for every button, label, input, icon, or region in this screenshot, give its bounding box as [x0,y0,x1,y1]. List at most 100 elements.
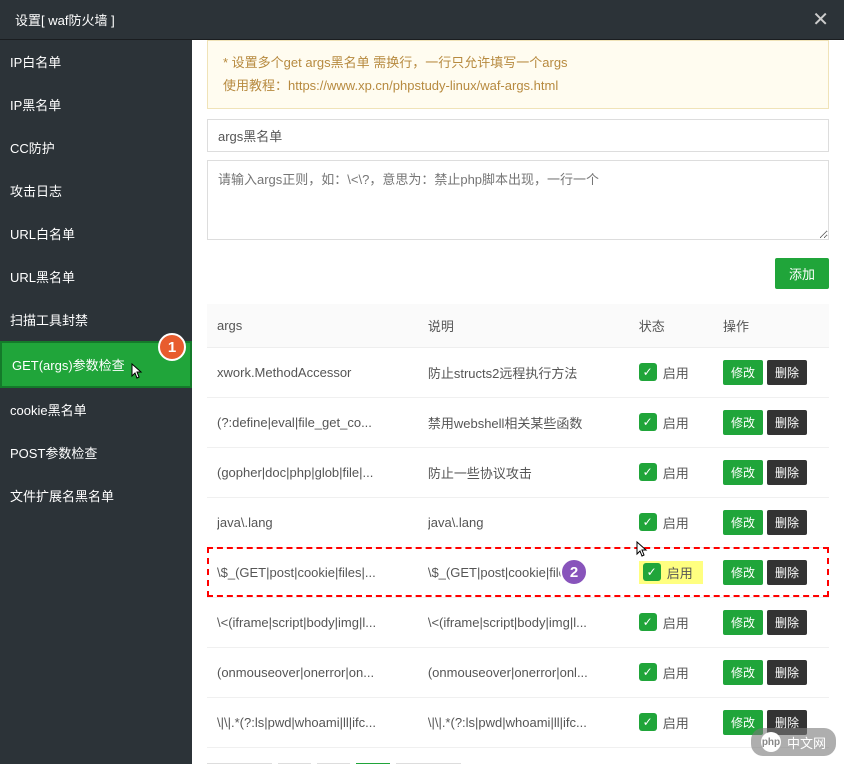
cell-desc: (onmouseover|onerror|onl... [418,647,629,697]
cell-status: ✓ 启用 [629,347,713,397]
args-regex-textarea[interactable] [207,160,829,240]
cell-action: 修改删除 [713,397,829,447]
cell-desc: java\.lang [418,497,629,547]
delete-button[interactable]: 删除 [767,460,807,485]
cell-action: 修改删除 [713,447,829,497]
sidebar-item-cookie-blacklist[interactable]: cookie黑名单 [0,388,192,431]
watermark: php 中文网 [751,728,836,756]
cell-action: 修改删除 [713,597,829,647]
check-icon[interactable]: ✓ [639,613,657,631]
edit-button[interactable]: 修改 [723,560,763,585]
status-label: 启用 [663,513,689,532]
status-label: 启用 [663,363,689,382]
cursor-arrow-icon [635,540,649,563]
cell-desc: 禁用webshell相关某些函数 [418,397,629,447]
status-label: 启用 [663,413,689,432]
args-name-input[interactable] [207,119,829,152]
delete-button[interactable]: 删除 [767,360,807,385]
th-desc: 说明 [418,304,629,348]
sidebar-item-url-blacklist[interactable]: URL黑名单 [0,255,192,298]
cell-action: 修改删除 [713,497,829,547]
edit-button[interactable]: 修改 [723,410,763,435]
delete-button[interactable]: 删除 [767,660,807,685]
close-icon[interactable]: ✕ [812,7,829,32]
edit-button[interactable]: 修改 [723,460,763,485]
check-icon[interactable]: ✓ [639,413,657,431]
button-row: 添加 [192,243,844,304]
check-icon[interactable]: ✓ [639,513,657,531]
cell-status: ✓ 启用 [629,447,713,497]
cell-action: 修改删除 [713,647,829,697]
sidebar-item-file-ext-blacklist[interactable]: 文件扩展名黑名单 [0,474,192,517]
cell-args: (?:define|eval|file_get_co... [207,397,418,447]
status-label: 启用 [667,563,693,582]
table-row: \$_(GET|post|cookie|files|...\$_(GET|pos… [207,547,829,597]
check-icon[interactable]: ✓ [639,463,657,481]
info-notice: * 设置多个get args黑名单 需换行，一行只允许填写一个args 使用教程… [207,40,829,109]
status-label: 启用 [663,713,689,732]
php-logo-icon: php [761,732,781,752]
form-area [192,119,844,243]
delete-button[interactable]: 删除 [767,610,807,635]
cell-args: xwork.MethodAccessor [207,347,418,397]
check-icon[interactable]: ✓ [643,563,661,581]
annotation-marker-1: 1 [158,333,186,361]
cell-status: ✓ 启用 [629,397,713,447]
delete-button[interactable]: 删除 [767,410,807,435]
th-args: args [207,304,418,348]
annotation-marker-2: 2 [560,558,588,586]
cell-desc: \$_(GET|post|cookie|files|... [418,547,629,597]
cell-args: \|\|.*(?:ls|pwd|whoami|ll|ifc... [207,697,418,747]
info-line-2: 使用教程：https://www.xp.cn/phpstudy-linux/wa… [223,74,813,97]
modal-title: 设置[ waf防火墙 ] [15,10,115,29]
th-status: 状态 [629,304,713,348]
status-label: 启用 [663,613,689,632]
add-button[interactable]: 添加 [775,258,829,289]
edit-button[interactable]: 修改 [723,660,763,685]
cell-desc: \|\|.*(?:ls|pwd|whoami|ll|ifc... [418,697,629,747]
sidebar-item-cc-protection[interactable]: CC防护 [0,126,192,169]
status-label: 启用 [663,663,689,682]
content-panel: * 设置多个get args黑名单 需换行，一行只允许填写一个args 使用教程… [192,40,844,764]
edit-button[interactable]: 修改 [723,360,763,385]
edit-button[interactable]: 修改 [723,610,763,635]
cell-args: \<(iframe|script|body|img|l... [207,597,418,647]
table-row: xwork.MethodAccessor防止structs2远程执行方法 ✓ 启用 修… [207,347,829,397]
sidebar-item-post-check[interactable]: POST参数检查 [0,431,192,474]
cell-status: ✓ 启用 [629,697,713,747]
sidebar-item-ip-whitelist[interactable]: IP白名单 [0,40,192,83]
rules-table-wrap: args 说明 状态 操作 xwork.MethodAccessor防止stru… [192,304,844,748]
status-label: 启用 [663,463,689,482]
th-action: 操作 [713,304,829,348]
delete-button[interactable]: 删除 [767,510,807,535]
cell-status: ✓ 启用 [629,647,713,697]
sidebar-item-attack-log[interactable]: 攻击日志 [0,169,192,212]
main-layout: IP白名单 IP黑名单 CC防护 攻击日志 URL白名单 URL黑名单 扫描工具… [0,40,844,764]
table-row: \|\|.*(?:ls|pwd|whoami|ll|ifc...\|\|.*(?… [207,697,829,747]
cursor-pointer-icon [128,362,144,387]
sidebar-item-url-whitelist[interactable]: URL白名单 [0,212,192,255]
delete-button[interactable]: 删除 [767,560,807,585]
modal-header: 设置[ waf防火墙 ] ✕ [0,0,844,40]
edit-button[interactable]: 修改 [723,510,763,535]
table-row: (?:define|eval|file_get_co...禁用webshell相… [207,397,829,447]
sidebar-item-ip-blacklist[interactable]: IP黑名单 [0,83,192,126]
check-icon[interactable]: ✓ [639,663,657,681]
cell-desc: 防止structs2远程执行方法 [418,347,629,397]
table-row: \<(iframe|script|body|img|l...\<(iframe|… [207,597,829,647]
cell-args: (onmouseover|onerror|on... [207,647,418,697]
sidebar: IP白名单 IP黑名单 CC防护 攻击日志 URL白名单 URL黑名单 扫描工具… [0,40,192,764]
info-line-1: * 设置多个get args黑名单 需换行，一行只允许填写一个args [223,51,813,74]
cell-args: java\.lang [207,497,418,547]
cell-args: (gopher|doc|php|glob|file|... [207,447,418,497]
check-icon[interactable]: ✓ [639,713,657,731]
table-row: java\.langjava\.lang ✓ 启用 修改删除 [207,497,829,547]
cell-action: 修改删除 [713,547,829,597]
cell-action: 修改删除 [713,347,829,397]
cell-status: ✓ 启用 [629,597,713,647]
table-row: (onmouseover|onerror|on...(onmouseover|o… [207,647,829,697]
check-icon[interactable]: ✓ [639,363,657,381]
table-row: (gopher|doc|php|glob|file|...防止一些协议攻击 ✓ 启用… [207,447,829,497]
cell-desc: \<(iframe|script|body|img|l... [418,597,629,647]
cell-desc: 防止一些协议攻击 [418,447,629,497]
